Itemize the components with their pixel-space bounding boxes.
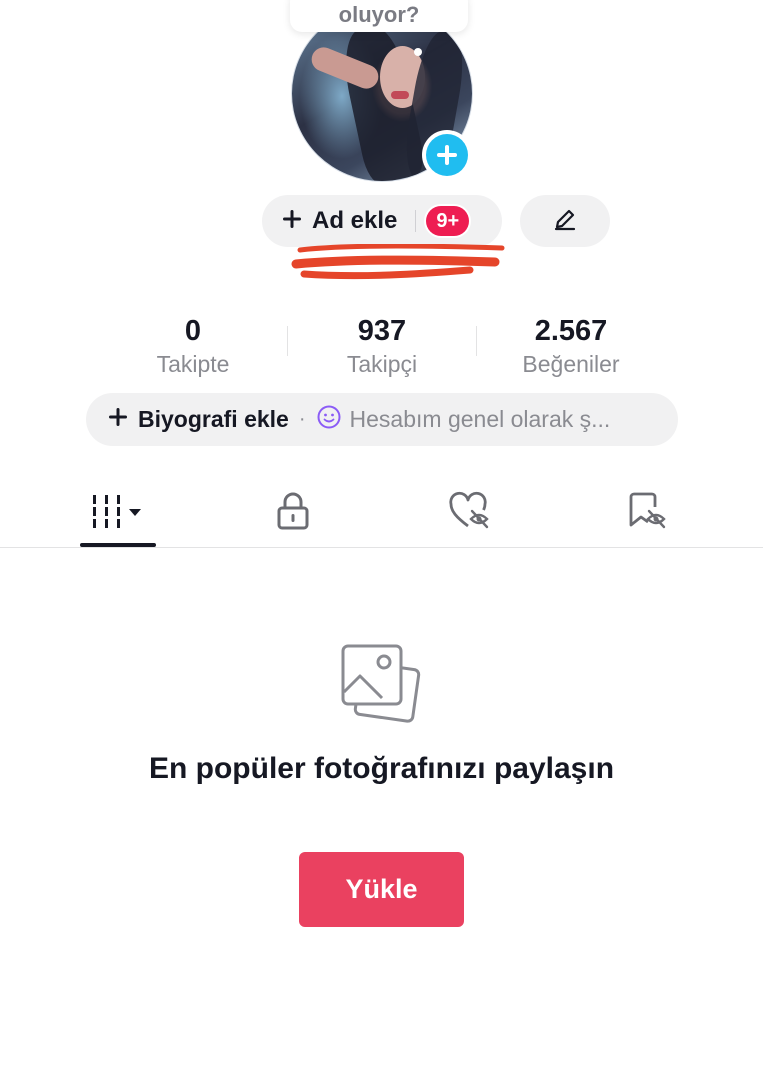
add-name-label: Ad ekle — [312, 207, 398, 234]
status-bubble[interactable]: oluyor? — [290, 0, 468, 32]
saved-hidden-icon — [625, 491, 669, 536]
edit-profile-button[interactable] — [520, 195, 610, 247]
stat-label: Takipçi — [346, 351, 418, 377]
add-name-button[interactable]: Ad ekle 9+ — [262, 195, 502, 247]
bio-suggestion-text: Hesabım genel olarak ş... — [349, 406, 611, 432]
plus-icon — [282, 209, 302, 234]
empty-state-title: En popüler fotoğrafınızı paylaşın — [148, 752, 615, 785]
stat-value: 0 — [184, 315, 202, 347]
notification-badge: 9+ — [426, 206, 470, 236]
stat-value: 937 — [357, 315, 407, 347]
stat-followers[interactable]: 937 Takipçi — [287, 314, 477, 380]
divider — [415, 210, 417, 232]
avatar-photo-part — [391, 91, 409, 99]
stat-label: Beğeniler — [522, 351, 620, 377]
divider — [0, 547, 763, 548]
stat-value: 2.567 — [534, 315, 608, 347]
redaction-scribble — [291, 244, 505, 280]
photos-icon — [338, 642, 424, 733]
plus-icon — [108, 407, 128, 432]
stat-likes[interactable]: 2.567 Beğeniler — [476, 314, 666, 380]
separator-dot: · — [298, 408, 306, 430]
status-bubble-tail — [414, 48, 422, 56]
stat-label: Takipte — [156, 351, 230, 377]
smiley-icon — [316, 404, 342, 435]
stat-following[interactable]: 0 Takipte — [98, 314, 288, 380]
tab-videos[interactable] — [80, 488, 160, 538]
tab-saved[interactable] — [607, 488, 687, 538]
pencil-icon — [551, 205, 579, 238]
tab-liked[interactable] — [430, 488, 510, 538]
liked-hidden-icon — [448, 491, 492, 536]
plus-icon — [426, 134, 468, 176]
lock-icon — [275, 491, 311, 536]
grid-icon — [91, 491, 149, 536]
upload-button[interactable]: Yükle — [299, 852, 464, 927]
add-avatar-button[interactable] — [422, 130, 472, 180]
add-bio-label: Biyografi ekle — [138, 406, 289, 432]
tab-private[interactable] — [253, 488, 333, 538]
add-bio-button[interactable]: Biyografi ekle · Hesabım genel olarak ş.… — [86, 393, 678, 446]
status-bubble-text: oluyor? — [338, 2, 420, 27]
